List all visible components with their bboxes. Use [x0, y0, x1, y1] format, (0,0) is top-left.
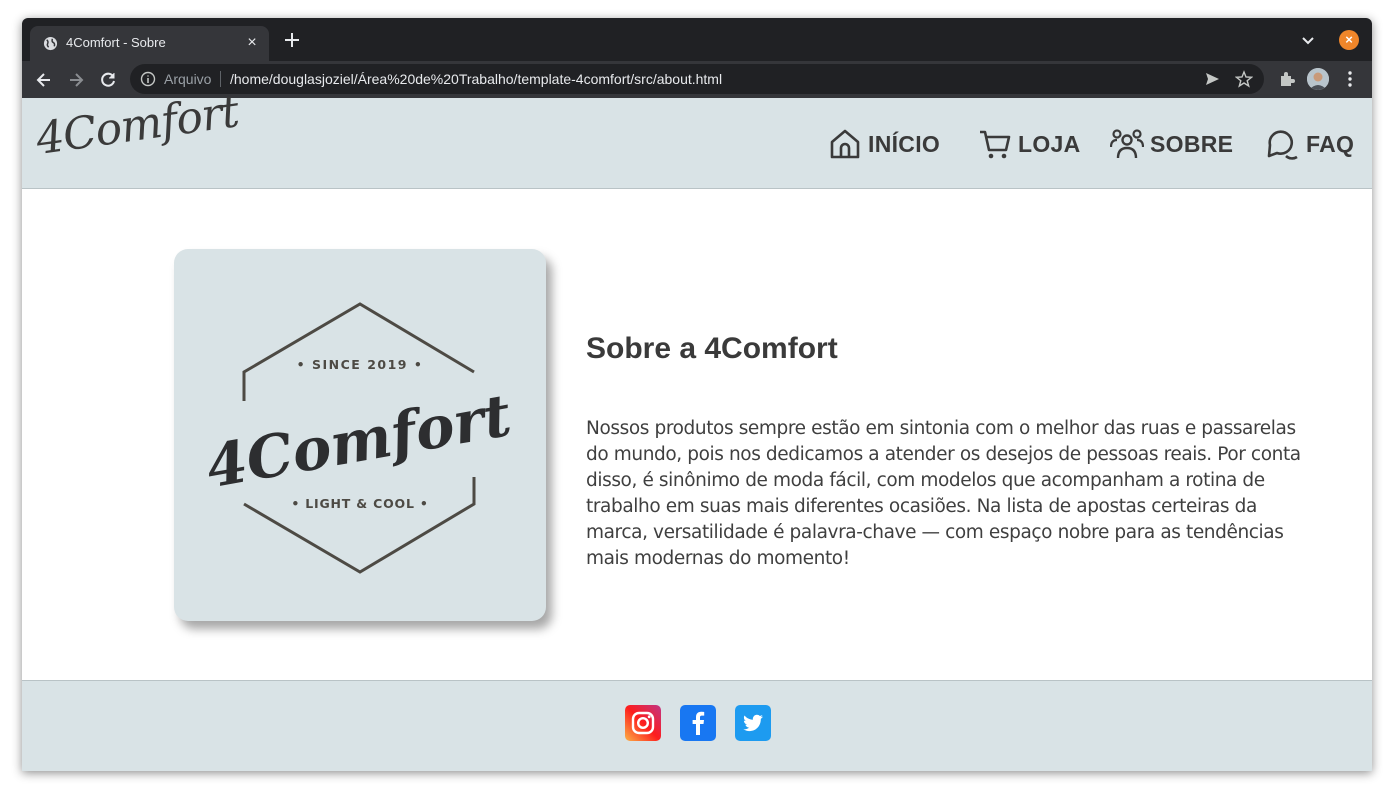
nav-about-label: SOBRE — [1150, 130, 1234, 157]
back-arrow-icon[interactable] — [34, 70, 54, 90]
nav-faq-label: FAQ — [1306, 130, 1355, 157]
new-tab-plus-icon[interactable] — [282, 30, 302, 50]
instagram-icon[interactable] — [625, 705, 661, 741]
bookmark-star-icon[interactable] — [1235, 70, 1253, 88]
users-group-icon — [1110, 129, 1144, 159]
tab-strip: 4Comfort - Sobre × × — [22, 18, 1372, 61]
facebook-icon[interactable] — [680, 705, 716, 741]
badge-bottom-text: • LIGHT & COOL • — [291, 496, 428, 511]
badge-brand-text: 4Comfort — [201, 381, 516, 501]
site-header: 4Comfort INÍCIO LOJA SOBRE FAQ — [22, 86, 1372, 189]
address-bar[interactable]: Arquivo /home/douglasjoziel/Área%20de%20… — [130, 64, 1264, 94]
url-text[interactable]: /home/douglasjoziel/Área%20de%20Trabalho… — [230, 71, 722, 87]
address-separator — [220, 71, 221, 87]
site-logo[interactable]: 4Comfort — [33, 86, 241, 165]
site-footer — [22, 680, 1372, 771]
nav-home[interactable]: INÍCIO — [828, 126, 940, 162]
tab-search-chevron-icon[interactable] — [1300, 32, 1316, 48]
send-tab-icon[interactable] — [1204, 71, 1220, 87]
profile-person-icon — [1307, 68, 1329, 90]
forward-arrow-icon[interactable] — [66, 70, 86, 90]
badge-top-text: • SINCE 2019 • — [297, 357, 424, 372]
brand-badge-logo: • SINCE 2019 • 4Comfort • LIGHT & COOL • — [201, 302, 516, 574]
profile-avatar[interactable] — [1307, 68, 1329, 90]
about-title: Sobre a 4Comfort — [586, 332, 838, 365]
nav-about[interactable]: SOBRE — [1110, 126, 1233, 162]
info-icon[interactable] — [140, 71, 156, 87]
about-logo-card: • SINCE 2019 • 4Comfort • LIGHT & COOL • — [174, 249, 546, 621]
about-description: Nossos produtos sempre estão em sintonia… — [586, 418, 1301, 569]
globe-icon — [43, 36, 58, 51]
tab-close-icon[interactable]: × — [242, 33, 262, 53]
reload-icon[interactable] — [98, 70, 118, 90]
nav-home-label: INÍCIO — [868, 130, 941, 157]
window-close-button[interactable]: × — [1339, 30, 1359, 50]
twitter-icon[interactable] — [735, 705, 771, 741]
browser-window: 4Comfort - Sobre × × Arquivo /home/dougl… — [22, 18, 1372, 771]
page-viewport: 4Comfort INÍCIO LOJA SOBRE FAQ • SINCE 2… — [22, 86, 1372, 771]
nav-faq[interactable]: FAQ — [1266, 126, 1354, 162]
shopping-cart-icon — [980, 130, 1011, 159]
home-icon — [830, 129, 860, 159]
nav-shop-label: LOJA — [1018, 130, 1081, 157]
scheme-label: Arquivo — [164, 71, 212, 87]
nav-shop[interactable]: LOJA — [978, 126, 1081, 162]
chat-bubbles-icon — [1267, 130, 1298, 160]
tab-title: 4Comfort - Sobre — [66, 35, 166, 50]
extensions-puzzle-icon[interactable] — [1278, 70, 1296, 88]
menu-kebab-icon[interactable] — [1342, 70, 1358, 88]
tab-active[interactable]: 4Comfort - Sobre × — [30, 26, 269, 61]
